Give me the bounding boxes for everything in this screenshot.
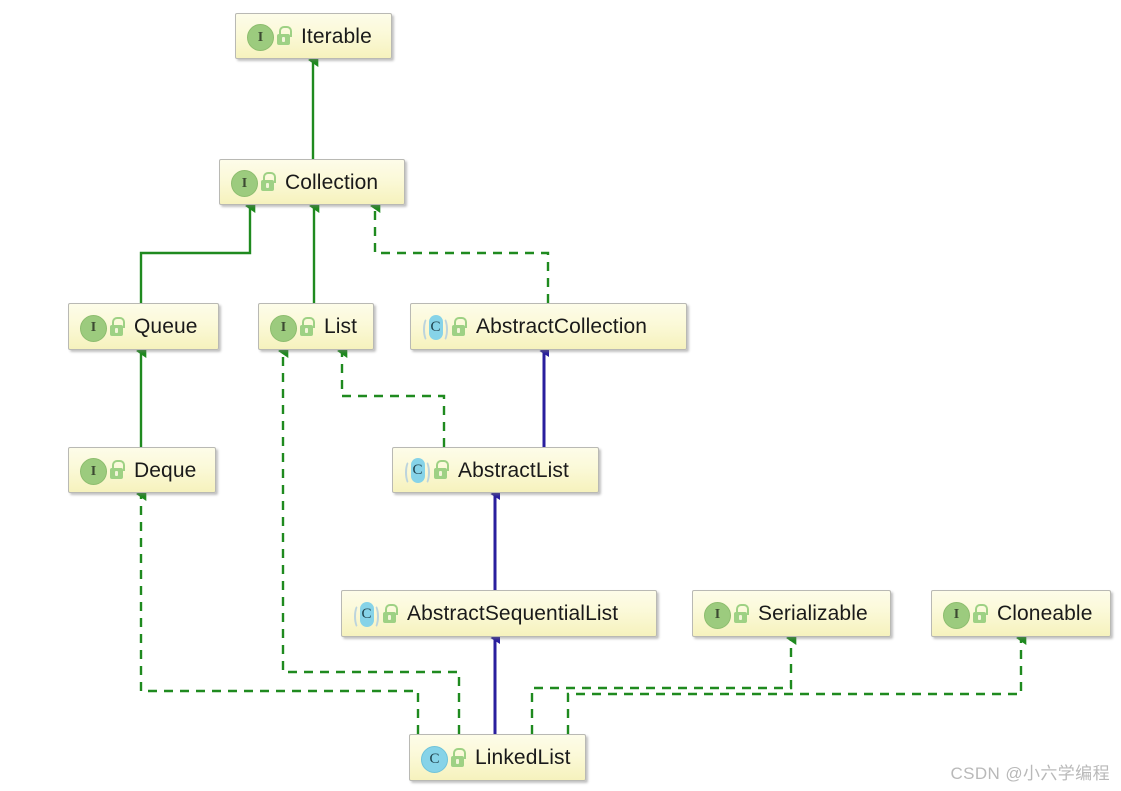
unlocked-icon: [434, 460, 451, 480]
watermark-text: CSDN @小六学编程: [950, 764, 1110, 783]
unlocked-icon: [734, 603, 751, 624]
interface-icon: I: [704, 601, 731, 629]
class-node-label: Serializable: [758, 602, 868, 625]
edge-linkedlist-cloneable: [566, 631, 1027, 734]
class-node-label: AbstractList: [458, 458, 569, 482]
class-node-collection[interactable]: I Collection: [219, 159, 405, 205]
uml-class-diagram: I Iterable I Collection I Queue I List C Abstract…: [0, 0, 1121, 791]
edge-linkedlist-serializable: [530, 631, 797, 734]
interface-icon: I: [270, 314, 297, 342]
unlocked-icon: [110, 460, 127, 480]
class-node-label: Queue: [134, 315, 198, 338]
abstract-class-icon: C: [353, 601, 379, 629]
class-icon: C: [421, 745, 448, 773]
unlocked-icon: [451, 747, 468, 768]
edge-layer: [136, 53, 1027, 734]
class-node-abstractsequentiallist[interactable]: C AbstractSequentialList: [341, 590, 657, 637]
class-node-abstractcollection[interactable]: C AbstractCollection: [410, 303, 687, 350]
class-node-linkedlist[interactable]: C LinkedList: [409, 734, 586, 781]
abstract-class-icon: C: [422, 314, 448, 342]
unlocked-icon: [261, 172, 278, 192]
class-node-list[interactable]: I List: [258, 303, 374, 350]
interface-icon: I: [247, 23, 274, 51]
class-node-abstractlist[interactable]: C AbstractList: [392, 447, 599, 493]
class-node-label: List: [324, 315, 358, 338]
class-node-label: Cloneable: [997, 602, 1093, 625]
class-node-label: AbstractCollection: [476, 315, 648, 338]
edge-abstractlist-list: [337, 344, 446, 447]
interface-icon: I: [231, 169, 258, 197]
interface-icon: I: [80, 314, 107, 342]
edge-linkedlist-list: [278, 344, 461, 734]
class-node-iterable[interactable]: I Iterable: [235, 13, 392, 59]
edge-abstractcollection-collection: [370, 199, 550, 303]
unlocked-icon: [277, 26, 294, 46]
edge-queue-collection: [139, 199, 256, 303]
interface-icon: I: [943, 601, 970, 629]
abstract-class-icon: C: [404, 457, 430, 485]
unlocked-icon: [973, 603, 990, 624]
class-node-label: Iterable: [301, 24, 372, 48]
unlocked-icon: [110, 316, 127, 337]
unlocked-icon: [383, 603, 400, 624]
class-node-label: AbstractSequentialList: [407, 602, 619, 625]
class-node-deque[interactable]: I Deque: [68, 447, 216, 493]
class-node-label: Collection: [285, 170, 379, 194]
unlocked-icon: [452, 316, 469, 337]
class-node-queue[interactable]: I Queue: [68, 303, 219, 350]
interface-icon: I: [80, 457, 107, 485]
class-node-label: LinkedList: [475, 746, 571, 769]
unlocked-icon: [300, 316, 317, 337]
class-node-serializable[interactable]: I Serializable: [692, 590, 891, 637]
class-node-label: Deque: [134, 458, 197, 482]
class-node-cloneable[interactable]: I Cloneable: [931, 590, 1111, 637]
